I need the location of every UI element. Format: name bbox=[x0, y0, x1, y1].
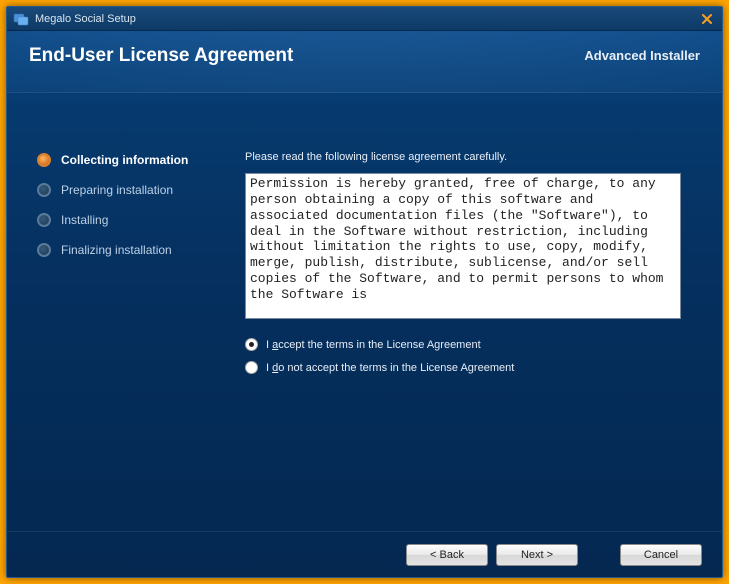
radio-group: I accept the terms in the License Agreem… bbox=[245, 338, 694, 374]
radio-reject[interactable]: I do not accept the terms in the License… bbox=[245, 361, 694, 374]
step-indicator-icon bbox=[37, 213, 51, 227]
close-button[interactable] bbox=[698, 11, 716, 27]
window-title: Megalo Social Setup bbox=[35, 13, 136, 25]
sidebar: Collecting information Preparing install… bbox=[7, 93, 239, 531]
step-indicator-icon bbox=[37, 153, 51, 167]
titlebar: Megalo Social Setup bbox=[7, 7, 722, 31]
radio-icon bbox=[245, 361, 258, 374]
radio-reject-label: I do not accept the terms in the License… bbox=[266, 362, 514, 374]
radio-accept-label: I accept the terms in the License Agreem… bbox=[266, 339, 481, 351]
radio-icon bbox=[245, 338, 258, 351]
app-icon bbox=[13, 11, 29, 27]
radio-accept[interactable]: I accept the terms in the License Agreem… bbox=[245, 338, 694, 351]
step-installing: Installing bbox=[37, 213, 227, 227]
footer: < Back Next > Cancel bbox=[7, 531, 722, 577]
page-title: End-User License Agreement bbox=[29, 45, 293, 67]
step-indicator-icon bbox=[37, 243, 51, 257]
step-indicator-icon bbox=[37, 183, 51, 197]
next-button[interactable]: Next > bbox=[496, 544, 578, 566]
step-label: Installing bbox=[61, 213, 108, 227]
step-label: Preparing installation bbox=[61, 183, 173, 197]
step-collecting: Collecting information bbox=[37, 153, 227, 167]
installer-window: Megalo Social Setup End-User License Agr… bbox=[6, 6, 723, 578]
step-label: Finalizing installation bbox=[61, 243, 172, 257]
main-panel: Please read the following license agreem… bbox=[239, 93, 722, 531]
step-label: Collecting information bbox=[61, 153, 188, 167]
brand-label: Advanced Installer bbox=[584, 48, 700, 63]
step-preparing: Preparing installation bbox=[37, 183, 227, 197]
step-finalizing: Finalizing installation bbox=[37, 243, 227, 257]
license-textarea[interactable] bbox=[245, 173, 681, 319]
header: End-User License Agreement Advanced Inst… bbox=[7, 31, 722, 93]
cancel-button[interactable]: Cancel bbox=[620, 544, 702, 566]
instruction-text: Please read the following license agreem… bbox=[245, 151, 694, 163]
back-button[interactable]: < Back bbox=[406, 544, 488, 566]
